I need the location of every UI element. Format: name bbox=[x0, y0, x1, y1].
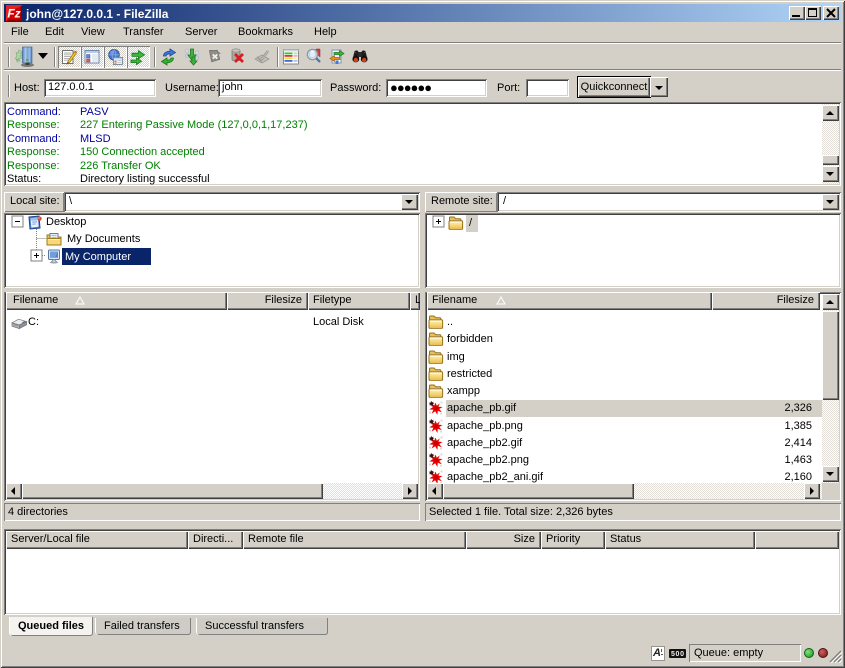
svg-text:Fz: Fz bbox=[7, 7, 20, 21]
svg-text:500: 500 bbox=[671, 651, 684, 657]
